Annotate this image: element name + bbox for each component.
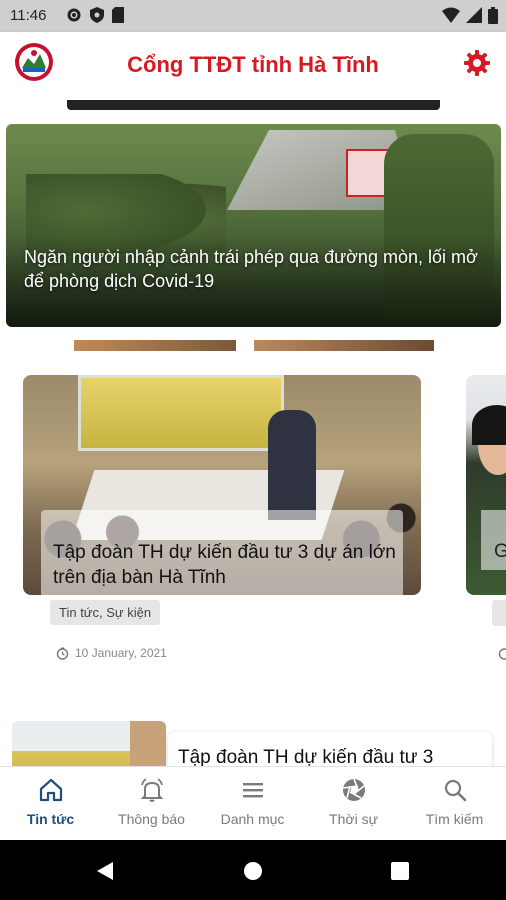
carousel-card-date: 10 January, 2021 [56, 646, 167, 660]
nav-tin-tuc-label: Tin tức [26, 811, 75, 827]
peek-person-hair [472, 405, 506, 445]
signal-icon [466, 7, 482, 23]
carousel-card-2-title[interactable]: G [494, 541, 506, 563]
carousel-card-title[interactable]: Tập đoàn TH dự kiến đầu tư 3 dự án lớn t… [53, 540, 405, 590]
back-icon[interactable] [95, 861, 115, 881]
bottom-navigation: Tin tức Thông báo Danh mục Thời sự Tìm k… [0, 766, 506, 841]
clock-icon [498, 648, 506, 660]
clock-icon [56, 647, 69, 660]
home-icon [39, 778, 63, 802]
nav-tim-kiem-label: Tìm kiếm [425, 811, 484, 827]
app-bar: Cổng TTĐT tỉnh Hà Tĩnh [0, 32, 506, 100]
news-feed[interactable]: Ngăn người nhập cảnh trái phép qua đường… [0, 100, 506, 766]
nav-danh-muc-label: Danh mục [220, 811, 285, 827]
shield-status-icon [90, 7, 104, 23]
search-icon [444, 779, 467, 802]
meeting-screen [78, 375, 284, 451]
app-title: Cổng TTĐT tỉnh Hà Tĩnh [127, 52, 379, 77]
nav-thong-bao-label: Thông báo [118, 811, 185, 827]
nav-tin-tuc[interactable]: Tin tức [0, 767, 101, 841]
list-item-thumbnail[interactable] [12, 721, 166, 766]
nav-thoi-su-label: Thời sự [329, 811, 378, 827]
carousel-card-2-tag[interactable] [492, 600, 506, 626]
featured-article-card[interactable] [6, 124, 501, 327]
list-item-title[interactable]: Tập đoàn TH dự kiến đầu tư 3 [178, 745, 478, 766]
nav-tim-kiem[interactable]: Tìm kiếm [404, 767, 505, 841]
previous-card-image[interactable] [67, 100, 440, 110]
settings-status-icon [67, 8, 81, 22]
featured-article-title[interactable]: Ngăn người nhập cảnh trái phép qua đường… [24, 245, 482, 293]
status-bar: 11:46 [0, 0, 506, 32]
aperture-icon [342, 778, 365, 801]
battery-icon [488, 7, 498, 24]
carousel-card-tag[interactable]: Tin tức, Sự kiện [50, 600, 161, 625]
thumbnail-screen [12, 721, 130, 766]
sdcard-status-icon [112, 7, 124, 23]
status-time: 11:46 [10, 7, 47, 24]
bell-icon [140, 778, 164, 802]
nav-thong-bao[interactable]: Thông báo [101, 767, 202, 841]
secondary-strip-image[interactable] [74, 340, 434, 351]
carousel-card-date-text: 10 January, 2021 [75, 646, 167, 660]
home-button-icon[interactable] [243, 861, 263, 881]
recents-icon[interactable] [391, 862, 409, 880]
wifi-icon [442, 7, 460, 23]
nav-thoi-su[interactable]: Thời sự [303, 767, 404, 841]
nav-danh-muc[interactable]: Danh mục [202, 767, 303, 841]
system-navigation-bar [0, 840, 506, 900]
menu-icon [243, 783, 263, 798]
gear-icon[interactable] [464, 50, 490, 76]
